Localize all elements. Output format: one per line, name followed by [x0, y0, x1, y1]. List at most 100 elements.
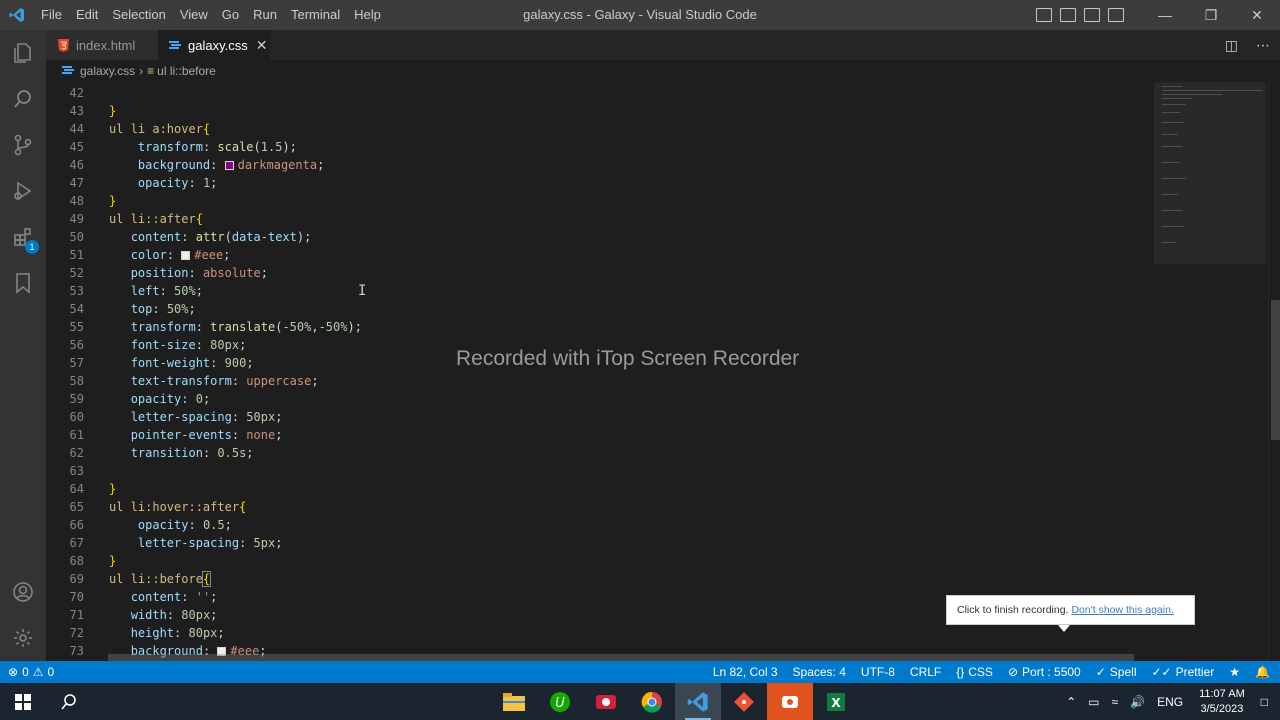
- extensions-icon[interactable]: 1: [0, 214, 46, 260]
- recording-toast[interactable]: Click to finish recording. Don't show th…: [946, 595, 1195, 625]
- title-bar: File Edit Selection View Go Run Terminal…: [0, 0, 1280, 30]
- code-line: 63: [69, 464, 84, 478]
- accounts-icon[interactable]: [0, 569, 46, 615]
- git-icon[interactable]: [721, 683, 767, 720]
- breadcrumb-file[interactable]: galaxy.css: [80, 64, 135, 78]
- more-actions-icon[interactable]: ⋯: [1256, 37, 1270, 54]
- volume-icon[interactable]: 🔊: [1130, 695, 1145, 709]
- status-bar: ⊗ 0 ⚠ 0 Ln 82, Col 3 Spaces: 4 UTF-8 CRL…: [0, 661, 1280, 683]
- braces-icon: {}: [956, 665, 965, 679]
- minimap-line: [1162, 134, 1178, 135]
- notifications-bell-icon[interactable]: 🔔: [1255, 665, 1270, 679]
- double-check-icon: ✓✓: [1151, 665, 1172, 679]
- notifications-icon[interactable]: □: [1261, 695, 1268, 709]
- split-editor-icon[interactable]: ◫: [1225, 37, 1238, 54]
- feedback-icon[interactable]: ★: [1229, 665, 1240, 679]
- code-line: 52 position: absolute;: [69, 266, 268, 280]
- code-line: 45 transform: scale(1.5);: [69, 140, 297, 154]
- svg-text:U: U: [555, 696, 565, 711]
- input-language[interactable]: ENG: [1157, 695, 1183, 709]
- restore-button[interactable]: ❐: [1188, 0, 1234, 30]
- code-line: 65 ul li:hover::after{: [69, 500, 247, 514]
- toggle-primary-sidebar-icon[interactable]: [1036, 8, 1052, 22]
- code-line: 66 opacity: 0.5;: [69, 518, 232, 532]
- toast-pointer: [1058, 625, 1070, 632]
- tab-label: galaxy.css: [188, 37, 248, 53]
- upwork-app-icon[interactable]: U: [537, 683, 583, 720]
- excel-icon[interactable]: X: [813, 683, 859, 720]
- live-server-port[interactable]: ⊘ Port : 5500: [1008, 665, 1081, 679]
- minimap-line: [1162, 86, 1182, 87]
- code-line: 53 left: 50%;: [69, 284, 203, 298]
- windows-start-icon[interactable]: [0, 683, 46, 720]
- cursor-position[interactable]: Ln 82, Col 3: [713, 665, 778, 679]
- chevron-right-icon: ›: [139, 64, 144, 78]
- customize-layout-icon[interactable]: [1108, 8, 1124, 22]
- code-line: 50 content: attr(data-text);: [69, 230, 312, 244]
- html5-icon: [56, 38, 70, 52]
- chrome-icon[interactable]: [629, 683, 675, 720]
- menu-go[interactable]: Go: [215, 0, 246, 30]
- file-explorer-icon[interactable]: [491, 683, 537, 720]
- menu-terminal[interactable]: Terminal: [284, 0, 347, 30]
- show-hidden-icons-icon[interactable]: ⌃: [1066, 695, 1076, 709]
- menu-run[interactable]: Run: [246, 0, 284, 30]
- search-icon[interactable]: [0, 76, 46, 122]
- taskbar-search-icon[interactable]: [46, 683, 92, 720]
- run-debug-icon[interactable]: [0, 168, 46, 214]
- code-line: 72 height: 80px;: [69, 626, 225, 640]
- tab-index-html[interactable]: index.html: [46, 30, 158, 60]
- bookmarks-icon[interactable]: [0, 260, 46, 306]
- prettier[interactable]: ✓✓ Prettier: [1151, 665, 1214, 679]
- close-tab-icon[interactable]: ✕: [256, 37, 268, 54]
- minimap-viewport[interactable]: [1154, 82, 1266, 264]
- code-line: 44 ul li a:hover{: [69, 122, 211, 136]
- screen-recorder-icon[interactable]: [583, 683, 629, 720]
- itop-recorder-icon[interactable]: [767, 683, 813, 720]
- close-window-button[interactable]: ✕: [1234, 0, 1280, 30]
- minimap-line: [1162, 194, 1178, 195]
- menu-view[interactable]: View: [173, 0, 215, 30]
- tab-galaxy-css[interactable]: galaxy.css ✕: [158, 30, 270, 60]
- vscode-logo-icon: [0, 0, 34, 30]
- menu-selection[interactable]: Selection: [105, 0, 172, 30]
- vscode-taskbar-icon[interactable]: [675, 683, 721, 720]
- layout-controls: [1036, 8, 1124, 22]
- menu-edit[interactable]: Edit: [69, 0, 105, 30]
- problems-indicator[interactable]: ⊗ 0 ⚠ 0: [8, 661, 54, 683]
- toggle-panel-icon[interactable]: [1060, 8, 1076, 22]
- color-swatch[interactable]: [224, 161, 234, 170]
- menu-file[interactable]: File: [34, 0, 69, 30]
- dont-show-again-link[interactable]: Don't show this again.: [1071, 604, 1173, 616]
- language-mode[interactable]: {} CSS: [956, 665, 993, 679]
- title-controls: — ❐ ✕: [1036, 0, 1280, 30]
- explorer-icon[interactable]: [0, 30, 46, 76]
- battery-icon[interactable]: ▭: [1088, 695, 1099, 709]
- horizontal-scrollbar[interactable]: [108, 654, 1134, 661]
- error-count: 0: [22, 665, 29, 679]
- code-line: 55 transform: translate(-50%,-50%);: [69, 320, 362, 334]
- minimap-line: [1162, 122, 1184, 123]
- minimize-button[interactable]: —: [1142, 0, 1188, 30]
- code-editor[interactable]: 42 43} 44 ul li a:hover{ 45 transform: sc…: [46, 82, 1154, 661]
- minimap[interactable]: [1154, 82, 1266, 661]
- tab-bar: index.html galaxy.css ✕ ◫ ⋯: [46, 30, 1280, 60]
- breadcrumb-symbol[interactable]: ul li::before: [157, 64, 216, 78]
- vertical-scrollbar[interactable]: [1268, 82, 1280, 661]
- indentation[interactable]: Spaces: 4: [793, 665, 846, 679]
- end-of-line[interactable]: CRLF: [910, 665, 941, 679]
- encoding[interactable]: UTF-8: [861, 665, 895, 679]
- color-swatch[interactable]: [181, 251, 191, 260]
- scrollbar-thumb[interactable]: [1271, 300, 1280, 440]
- code-line: 69 ul li::before{: [69, 571, 212, 587]
- menu-help[interactable]: Help: [347, 0, 388, 30]
- minimap-line: [1162, 146, 1182, 147]
- code-line: 47 opacity: 1;: [69, 176, 218, 190]
- taskbar-clock[interactable]: 11:07 AM 3/5/2023: [1199, 687, 1245, 717]
- spell-check[interactable]: ✓ Spell: [1096, 665, 1137, 679]
- manage-gear-icon[interactable]: [0, 615, 46, 661]
- source-control-icon[interactable]: [0, 122, 46, 168]
- wifi-icon[interactable]: ≈: [1112, 695, 1119, 709]
- toggle-secondary-sidebar-icon[interactable]: [1084, 8, 1100, 22]
- css3-icon: [168, 38, 182, 52]
